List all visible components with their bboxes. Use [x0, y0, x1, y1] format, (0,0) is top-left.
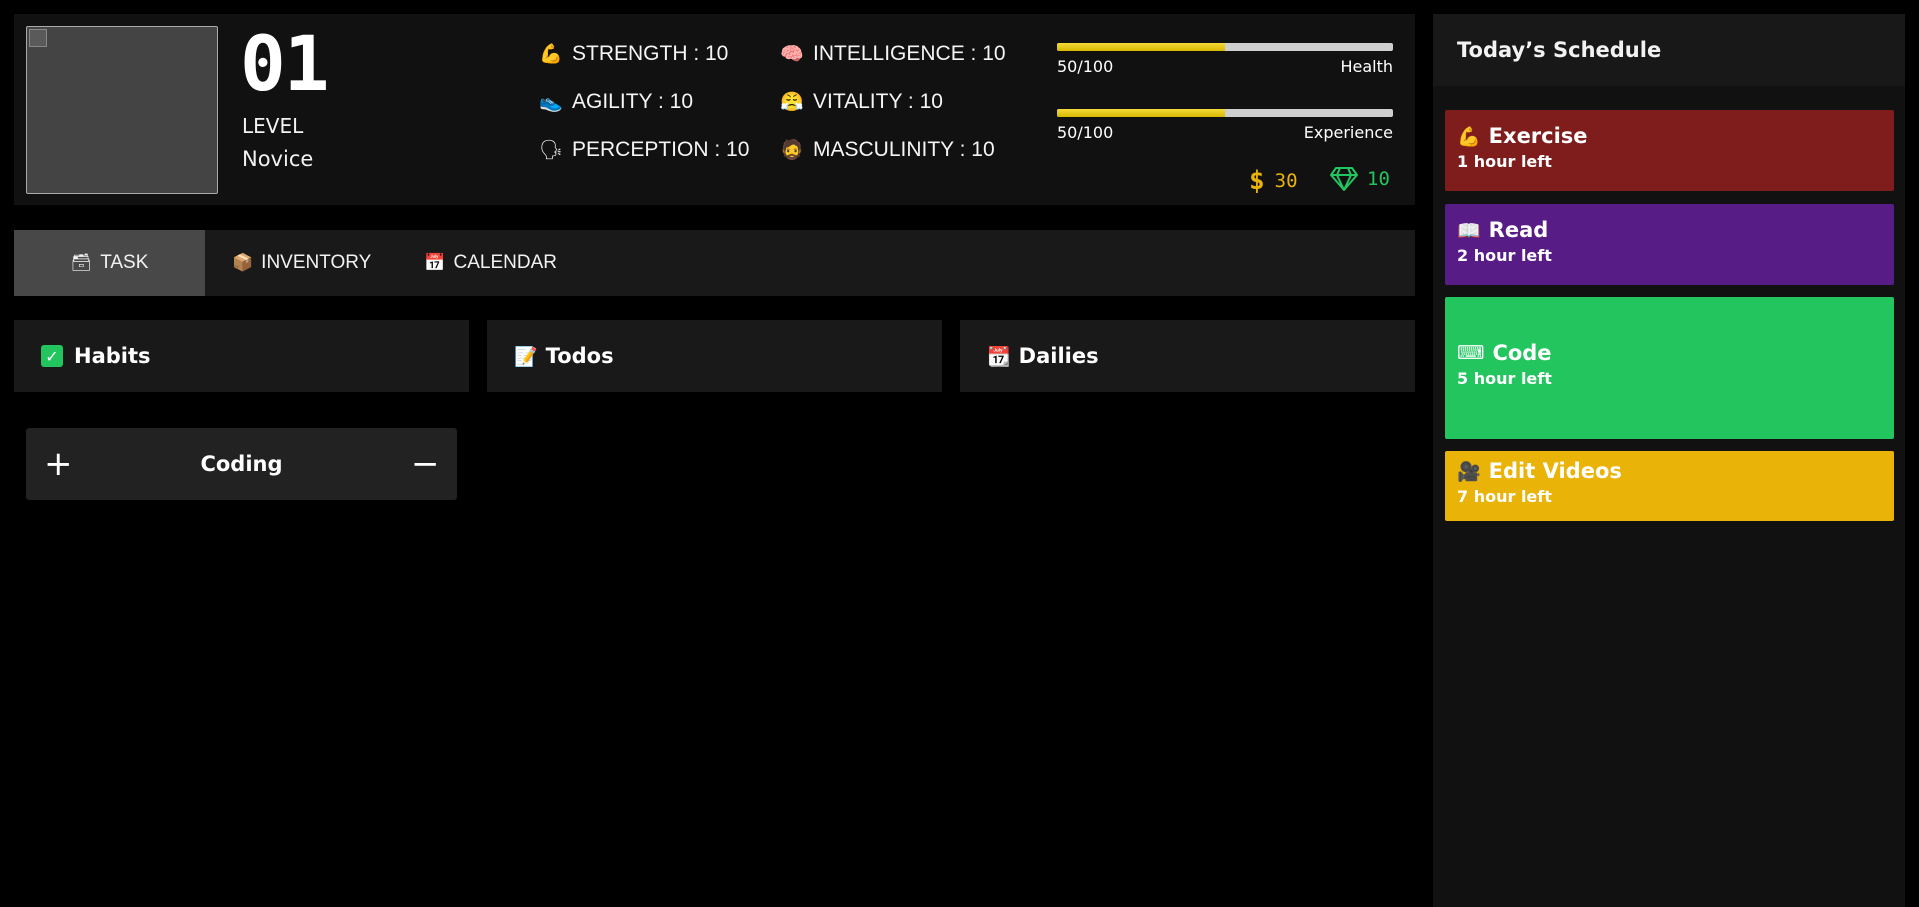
main-tabs: 🗃 TASK 📦 INVENTORY 📅 CALENDAR	[14, 230, 1415, 296]
health-bar-track	[1057, 43, 1393, 51]
tab-calendar[interactable]: 📅 CALENDAR	[424, 230, 557, 296]
brain-icon: 🧠	[780, 44, 804, 65]
habit-card: + Coding −	[26, 428, 457, 500]
experience-bar-fill	[1057, 109, 1225, 117]
stat-perception: 🗣 PERCEPTION : 10	[538, 138, 749, 162]
open-book-icon: 📖	[1457, 219, 1481, 242]
experience-label: Experience	[1303, 123, 1393, 142]
stat-label: MASCULINITY : 10	[813, 138, 995, 161]
tab-label: CALENDAR	[453, 252, 557, 273]
gem-counter: 10	[1329, 166, 1390, 192]
package-icon: 📦	[232, 253, 254, 272]
dailies-header[interactable]: 📆 Dailies	[960, 320, 1415, 392]
schedule-item-exercise[interactable]: 💪 Exercise 1 hour left	[1445, 110, 1894, 191]
shoe-icon: 👟	[539, 92, 563, 113]
health-bar-fill	[1057, 43, 1225, 51]
stat-label: INTELLIGENCE : 10	[813, 42, 1006, 65]
memo-icon: 📝	[514, 345, 538, 368]
level-label: LEVEL	[242, 114, 304, 138]
diamond-icon	[1329, 166, 1359, 192]
schedule-item-read[interactable]: 📖 Read 2 hour left	[1445, 204, 1894, 285]
health-value: 50/100	[1057, 57, 1114, 76]
keyboard-icon: ⌨	[1457, 342, 1485, 364]
dailies-label: Dailies	[1018, 344, 1099, 368]
health-bar: 50/100 Health	[1057, 43, 1393, 76]
huffing-face-icon: 😤	[780, 92, 804, 113]
tab-label: TASK	[100, 252, 149, 273]
tab-task[interactable]: 🗃 TASK	[14, 230, 205, 296]
checkbox-icon: ✓	[41, 345, 63, 367]
calendar-icon: 📅	[424, 253, 446, 272]
schedule-item-time: 1 hour left	[1457, 152, 1552, 171]
gold-counter: $ 30	[1249, 166, 1298, 196]
level-number: 01	[240, 19, 330, 108]
stats-panel: 01 LEVEL Novice 💪 STRENGTH : 10 🧠 INTELL…	[14, 14, 1415, 205]
stat-label: VITALITY : 10	[813, 90, 943, 113]
schedule-item-title: Code	[1492, 341, 1552, 365]
movie-camera-icon: 🎥	[1457, 460, 1481, 483]
habit-name: Coding	[200, 452, 283, 476]
schedule-item-edit-videos[interactable]: 🎥 Edit Videos 7 hour left	[1445, 451, 1894, 521]
schedule-panel: Today’s Schedule 💪 Exercise 1 hour left …	[1433, 14, 1905, 907]
experience-bar: 50/100 Experience	[1057, 109, 1393, 142]
schedule-item-time: 5 hour left	[1457, 369, 1552, 388]
habits-header[interactable]: ✓ Habits	[14, 320, 469, 392]
experience-bar-track	[1057, 109, 1393, 117]
spiral-calendar-icon: 📆	[987, 345, 1011, 368]
level-rank: Novice	[242, 147, 314, 171]
decrement-button[interactable]: −	[411, 447, 440, 481]
stat-masculinity: 🧔 MASCULINITY : 10	[779, 138, 995, 162]
gem-amount: 10	[1367, 168, 1390, 190]
todos-label: Todos	[545, 344, 614, 368]
flexed-biceps-icon: 💪	[539, 44, 563, 65]
schedule-item-title: Edit Videos	[1488, 459, 1622, 483]
experience-value: 50/100	[1057, 123, 1114, 142]
stat-agility: 👟 AGILITY : 10	[538, 90, 693, 114]
bearded-person-icon: 🧔	[780, 140, 804, 161]
stat-intelligence: 🧠 INTELLIGENCE : 10	[779, 42, 1006, 66]
dollar-icon: $	[1249, 166, 1265, 196]
schedule-item-time: 7 hour left	[1457, 487, 1552, 506]
speaking-head-icon: 🗣	[538, 140, 564, 161]
todos-header[interactable]: 📝 Todos	[487, 320, 942, 392]
stat-label: STRENGTH : 10	[572, 42, 729, 65]
increment-button[interactable]: +	[44, 447, 73, 481]
tab-inventory[interactable]: 📦 INVENTORY	[232, 230, 371, 296]
flexed-biceps-icon: 💪	[1457, 125, 1481, 148]
avatar[interactable]	[26, 26, 218, 194]
stat-label: AGILITY : 10	[572, 90, 694, 113]
schedule-item-code[interactable]: ⌨ Code 5 hour left	[1445, 297, 1894, 439]
health-label: Health	[1340, 57, 1393, 76]
stat-label: PERCEPTION : 10	[572, 138, 750, 161]
habits-label: Habits	[74, 344, 151, 368]
stat-vitality: 😤 VITALITY : 10	[779, 90, 943, 114]
schedule-title: Today’s Schedule	[1433, 14, 1905, 86]
tab-label: INVENTORY	[261, 252, 372, 273]
schedule-item-time: 2 hour left	[1457, 246, 1552, 265]
schedule-item-title: Exercise	[1488, 124, 1588, 148]
schedule-item-title: Read	[1488, 218, 1549, 242]
stat-strength: 💪 STRENGTH : 10	[538, 42, 728, 66]
gold-amount: 30	[1274, 170, 1298, 192]
card-file-box-icon: 🗃	[70, 253, 93, 272]
